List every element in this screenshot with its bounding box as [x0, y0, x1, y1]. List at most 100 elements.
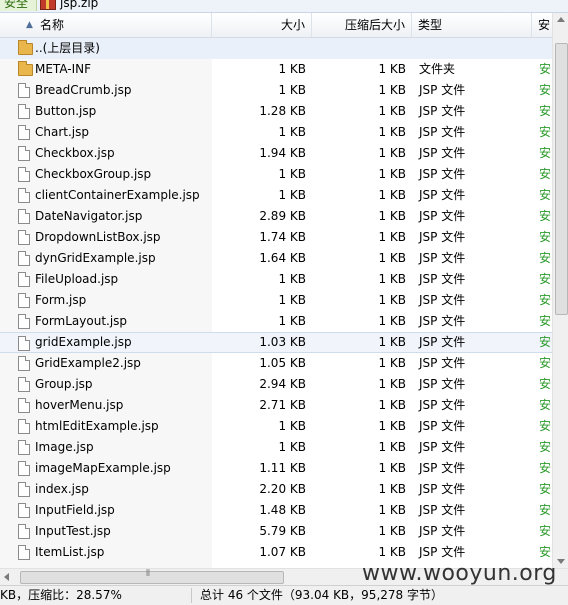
file-compressed-size: 1 KB — [378, 104, 406, 118]
file-name: hoverMenu.jsp — [35, 398, 124, 412]
file-row[interactable]: InputTest.jsp 5.79 KB 1 KB JSP 文件 安 — [0, 521, 552, 542]
file-size: 2.94 KB — [259, 377, 306, 391]
column-header-security[interactable]: 安 — [532, 13, 552, 37]
file-security-status: 安 — [539, 398, 552, 412]
scroll-down-icon[interactable] — [557, 559, 565, 564]
file-security-status: 安 — [539, 524, 552, 538]
watermark: www.wooyun.org — [362, 561, 557, 586]
file-row[interactable]: gridExample.jsp 1.03 KB 1 KB JSP 文件 安 — [0, 332, 552, 353]
file-row[interactable]: Button.jsp 1.28 KB 1 KB JSP 文件 安 — [0, 101, 552, 122]
file-type: 文件夹 — [419, 62, 456, 76]
file-type: JSP 文件 — [419, 209, 466, 223]
file-compressed-size: 1 KB — [378, 419, 406, 433]
column-header-compressed[interactable]: 压缩后大小 — [312, 13, 412, 37]
file-size: 1.03 KB — [259, 335, 306, 349]
file-size: 2.71 KB — [259, 398, 306, 412]
file-size: 2.20 KB — [259, 482, 306, 496]
file-icon — [18, 482, 30, 497]
archive-path-bar: 安全 jsp.zip — [0, 0, 568, 13]
file-type: JSP 文件 — [419, 398, 466, 412]
file-security-status: 安 — [539, 251, 552, 265]
sort-ascending-icon: ▲ — [26, 20, 33, 30]
file-size: 1.48 KB — [259, 503, 306, 517]
file-icon — [18, 125, 30, 140]
folder-icon — [18, 40, 33, 55]
file-security-status: 安 — [539, 83, 552, 97]
file-name: DateNavigator.jsp — [35, 209, 143, 223]
file-row[interactable]: GridExample2.jsp 1.05 KB 1 KB JSP 文件 安 — [0, 353, 552, 374]
file-size: 1.11 KB — [259, 461, 306, 475]
parent-directory-row[interactable]: ..(上层目录) — [0, 38, 552, 59]
status-divider — [191, 588, 192, 603]
file-icon — [18, 545, 30, 560]
file-row[interactable]: FileUpload.jsp 1 KB 1 KB JSP 文件 安 — [0, 269, 552, 290]
file-compressed-size: 1 KB — [378, 83, 406, 97]
file-size: 1 KB — [278, 167, 306, 181]
file-icon — [18, 272, 30, 287]
file-security-status: 安 — [539, 461, 552, 475]
file-size: 1 KB — [278, 440, 306, 454]
file-name: DropdownListBox.jsp — [35, 230, 161, 244]
file-row[interactable]: htmlEditExample.jsp 1 KB 1 KB JSP 文件 安 — [0, 416, 552, 437]
file-name: CheckboxGroup.jsp — [35, 167, 152, 181]
file-row[interactable]: dynGridExample.jsp 1.64 KB 1 KB JSP 文件 安 — [0, 248, 552, 269]
file-security-status: 安 — [539, 440, 552, 454]
file-icon — [18, 209, 30, 224]
file-security-status: 安 — [539, 125, 552, 139]
scroll-left-icon[interactable] — [4, 573, 9, 581]
file-compressed-size: 1 KB — [378, 482, 406, 496]
file-security-status: 安 — [539, 356, 552, 370]
file-row[interactable]: DateNavigator.jsp 2.89 KB 1 KB JSP 文件 安 — [0, 206, 552, 227]
file-name: META-INF — [35, 62, 92, 76]
file-name: Checkbox.jsp — [35, 146, 115, 160]
file-type: JSP 文件 — [419, 356, 466, 370]
file-row[interactable]: Chart.jsp 1 KB 1 KB JSP 文件 安 — [0, 122, 552, 143]
scroll-up-icon[interactable] — [557, 17, 565, 22]
file-size: 5.79 KB — [259, 524, 306, 538]
file-name: gridExample.jsp — [35, 335, 132, 349]
file-icon — [18, 356, 30, 371]
file-row[interactable]: META-INF 1 KB 1 KB 文件夹 安 — [0, 59, 552, 80]
file-icon — [18, 440, 30, 455]
column-header-name[interactable]: ▲ 名称 — [0, 13, 212, 37]
file-icon — [18, 293, 30, 308]
file-row[interactable]: ItemList.jsp 1.07 KB 1 KB JSP 文件 安 — [0, 542, 552, 563]
file-row[interactable]: Group.jsp 2.94 KB 1 KB JSP 文件 安 — [0, 374, 552, 395]
column-header-size[interactable]: 大小 — [212, 13, 312, 37]
file-icon — [18, 377, 30, 392]
file-name: BreadCrumb.jsp — [35, 83, 132, 97]
archive-name[interactable]: jsp.zip — [60, 0, 98, 11]
horizontal-scroll-thumb[interactable]: ⦀ — [20, 569, 284, 584]
vertical-scrollbar[interactable] — [552, 13, 568, 568]
secure-badge[interactable]: 安全 — [0, 0, 38, 11]
file-type: JSP 文件 — [419, 146, 466, 160]
file-compressed-size: 1 KB — [378, 62, 406, 76]
file-row[interactable]: BreadCrumb.jsp 1 KB 1 KB JSP 文件 安 — [0, 80, 552, 101]
file-compressed-size: 1 KB — [378, 272, 406, 286]
file-row[interactable]: Checkbox.jsp 1.94 KB 1 KB JSP 文件 安 — [0, 143, 552, 164]
status-total: 总计 46 个文件（93.04 KB，95,278 字节） — [200, 588, 443, 602]
file-type: JSP 文件 — [419, 419, 466, 433]
file-icon — [18, 398, 30, 413]
file-type: JSP 文件 — [419, 272, 466, 286]
file-security-status: 安 — [539, 167, 552, 181]
file-row[interactable]: FormLayout.jsp 1 KB 1 KB JSP 文件 安 — [0, 311, 552, 332]
file-row[interactable]: imageMapExample.jsp 1.11 KB 1 KB JSP 文件 安 — [0, 458, 552, 479]
file-type: JSP 文件 — [419, 293, 466, 307]
file-row[interactable]: hoverMenu.jsp 2.71 KB 1 KB JSP 文件 安 — [0, 395, 552, 416]
file-compressed-size: 1 KB — [378, 356, 406, 370]
file-row[interactable]: CheckboxGroup.jsp 1 KB 1 KB JSP 文件 安 — [0, 164, 552, 185]
file-row[interactable]: index.jsp 2.20 KB 1 KB JSP 文件 安 — [0, 479, 552, 500]
file-compressed-size: 1 KB — [378, 545, 406, 559]
file-row[interactable]: InputField.jsp 1.48 KB 1 KB JSP 文件 安 — [0, 500, 552, 521]
file-compressed-size: 1 KB — [378, 335, 406, 349]
column-header-type[interactable]: 类型 — [412, 13, 532, 37]
file-name: Chart.jsp — [35, 125, 89, 139]
file-row[interactable]: Form.jsp 1 KB 1 KB JSP 文件 安 — [0, 290, 552, 311]
file-row[interactable]: DropdownListBox.jsp 1.74 KB 1 KB JSP 文件 安 — [0, 227, 552, 248]
file-row[interactable]: clientContainerExample.jsp 1 KB 1 KB JSP 文件… — [0, 185, 552, 206]
file-row[interactable]: Image.jsp 1 KB 1 KB JSP 文件 安 — [0, 437, 552, 458]
vertical-scroll-thumb[interactable] — [555, 43, 568, 315]
file-list: ..(上层目录) META-INF 1 KB 1 KB 文件夹安 BreadCrumb.… — [0, 38, 552, 568]
file-compressed-size: 1 KB — [378, 230, 406, 244]
